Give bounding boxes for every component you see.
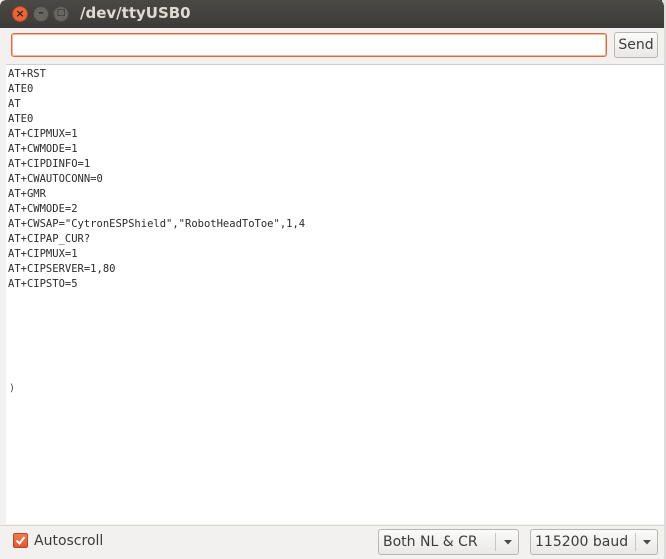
console-line: AT+CIPSERVER=1,80 bbox=[8, 263, 116, 275]
send-button[interactable]: Send bbox=[614, 32, 658, 58]
minimize-window-button[interactable]: – bbox=[33, 6, 49, 22]
baud-rate-value: 115200 baud bbox=[535, 534, 629, 550]
stray-glyph: ) bbox=[9, 383, 16, 394]
console-line: ATE0 bbox=[8, 83, 34, 95]
console-line: AT+CWMODE=1 bbox=[8, 143, 78, 155]
serial-command-input[interactable] bbox=[11, 33, 607, 57]
baud-rate-select[interactable]: 115200 baud bbox=[530, 529, 658, 555]
select-divider bbox=[635, 533, 636, 551]
console-line: AT+RST bbox=[8, 68, 46, 80]
window-title: /dev/ttyUSB0 bbox=[80, 4, 191, 22]
console-line: AT bbox=[8, 98, 21, 110]
check-icon bbox=[15, 536, 26, 546]
titlebar: × – □ /dev/ttyUSB0 bbox=[0, 0, 664, 28]
console-line: ATE0 bbox=[8, 113, 34, 125]
serial-output-console[interactable]: ) AT+RST ATE0 AT ATE0 AT+CIPMUX=1 AT+CWMODE=1… bbox=[6, 64, 664, 524]
console-line: AT+CIPDINFO=1 bbox=[8, 158, 91, 170]
chevron-down-icon bbox=[643, 540, 651, 545]
console-line: AT+CWSAP="CytronESPShield","RobotHeadToT… bbox=[8, 218, 306, 230]
console-line: AT+CIPMUX=1 bbox=[8, 248, 78, 260]
select-divider bbox=[495, 533, 496, 551]
line-ending-select[interactable]: Both NL & CR bbox=[378, 529, 519, 555]
console-line: AT+GMR bbox=[8, 188, 46, 200]
console-line: AT+CIPMUX=1 bbox=[8, 128, 78, 140]
console-line: AT+CWMODE=2 bbox=[8, 203, 78, 215]
console-line: AT+CWAUTOCONN=0 bbox=[8, 173, 103, 185]
console-line: AT+CIPAP_CUR? bbox=[8, 233, 91, 245]
autoscroll-checkbox[interactable] bbox=[13, 533, 28, 548]
console-line: AT+CIPSTO=5 bbox=[8, 278, 78, 290]
maximize-window-button[interactable]: □ bbox=[53, 6, 69, 22]
line-ending-value: Both NL & CR bbox=[383, 534, 478, 550]
autoscroll-label: Autoscroll bbox=[34, 533, 104, 549]
close-window-button[interactable]: × bbox=[12, 6, 28, 22]
serial-monitor-window: × – □ /dev/ttyUSB0 Send ) AT+RST ATE0 AT AT… bbox=[0, 0, 664, 559]
chevron-down-icon bbox=[504, 540, 512, 545]
